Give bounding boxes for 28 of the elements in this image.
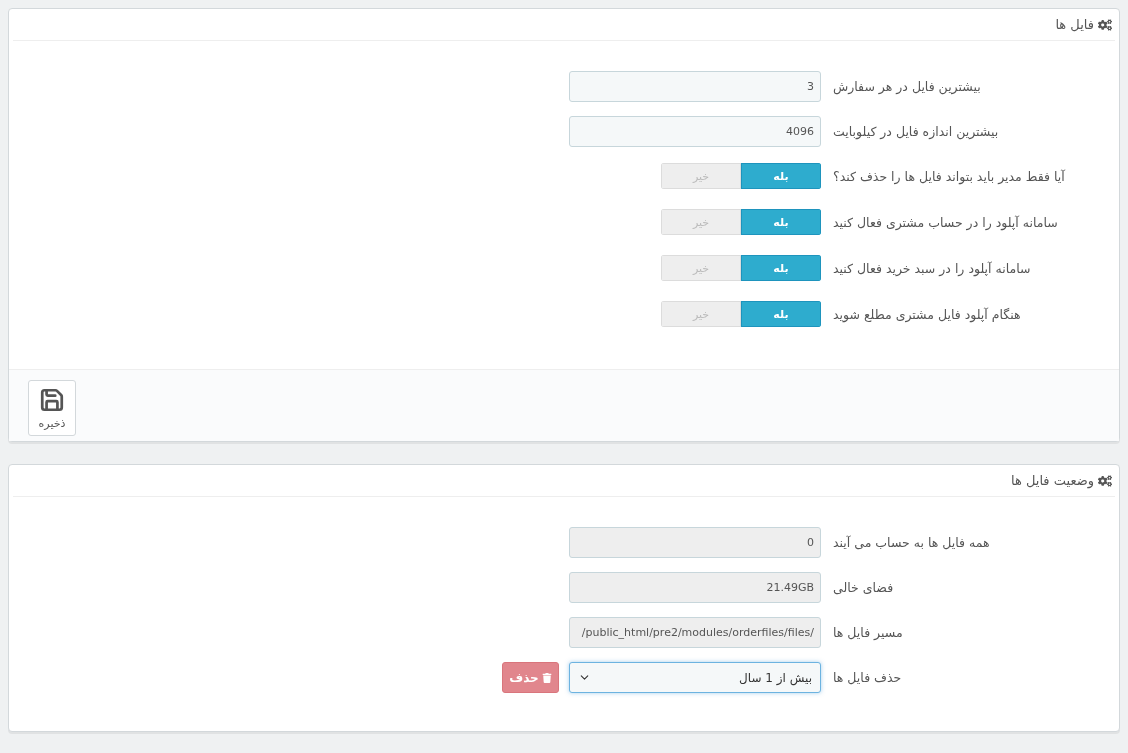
save-button[interactable]: ذخیره — [28, 380, 76, 436]
field-label: بیشترین فایل در هر سفارش — [832, 79, 982, 94]
text-field[interactable]: 0 — [569, 527, 821, 558]
text-field[interactable]: /public_html/pre2/modules/orderfiles/files/ — [569, 617, 821, 648]
save-icon — [39, 386, 65, 413]
field-label: فضای خالی — [832, 580, 895, 595]
field-label: بیشترین اندازه فایل در کیلوبایت — [832, 124, 1000, 139]
text-field[interactable]: 21.49GB — [569, 572, 821, 603]
cogs-icon — [1098, 17, 1112, 32]
yes-toggle[interactable]: بله — [741, 163, 821, 189]
text-field[interactable]: 4096 — [569, 116, 821, 147]
cogs-icon — [1098, 473, 1112, 488]
field-label: آیا فقط مدیر باید بتواند فایل ها را حذف کند؟ — [832, 168, 1066, 184]
field-label: سامانه آپلود را در سبد خرید فعال کنید — [832, 260, 1032, 276]
select-field[interactable]: بیش از 1 سال — [569, 662, 821, 693]
yes-toggle[interactable]: بله — [741, 209, 821, 235]
yes-toggle[interactable]: بله — [741, 301, 821, 327]
panel-title: وضعیت فایل ها — [1011, 473, 1094, 488]
field-label: هنگام آپلود فایل مشتری مطلع شوید — [832, 306, 1022, 322]
field-label: مسیر فایل ها — [832, 625, 904, 640]
text-field[interactable]: 3 — [569, 71, 821, 102]
field-label: سامانه آپلود را در حساب مشتری فعال کنید — [832, 214, 1059, 230]
trash-icon — [541, 672, 552, 683]
yes-toggle[interactable]: بله — [741, 255, 821, 281]
delete-button[interactable]: حذف — [502, 662, 559, 693]
field-label: حذف فایل ها — [832, 670, 903, 685]
field-label: همه فایل ها به حساب می آیند — [832, 535, 991, 550]
panel-title: فایل ها — [1055, 17, 1094, 32]
